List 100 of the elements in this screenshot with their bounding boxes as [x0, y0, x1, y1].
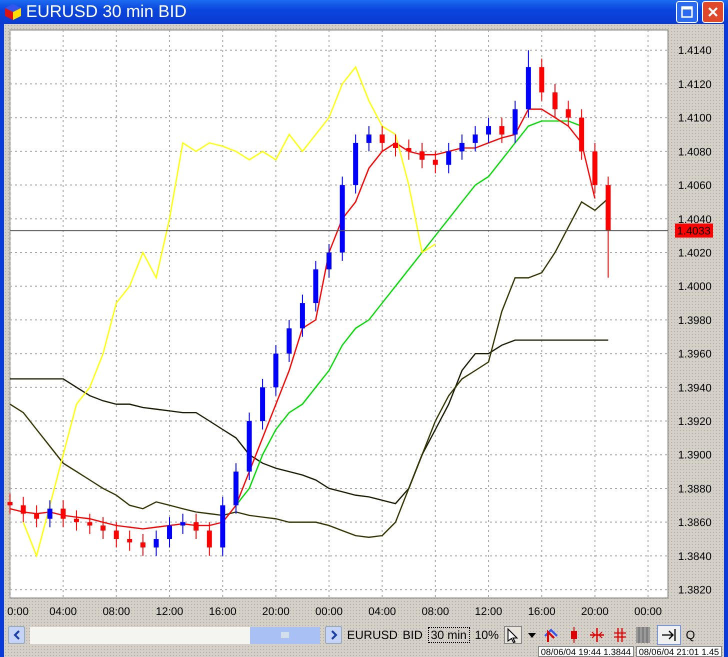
candle	[220, 496, 226, 556]
axis-label: 1.4140	[678, 45, 712, 58]
candle	[273, 344, 278, 396]
candle	[260, 378, 266, 430]
candle	[472, 126, 478, 152]
candle	[446, 142, 452, 174]
axis-label: 1.4000	[678, 281, 712, 294]
candle	[154, 530, 159, 556]
candle	[127, 530, 132, 552]
axis-label: 1.3980	[678, 314, 712, 327]
axis-label: 1.3820	[678, 584, 712, 597]
candle	[100, 516, 106, 540]
symbol-label: EURUSD	[347, 628, 398, 642]
zoom-label: 10%	[474, 628, 499, 642]
candle	[459, 134, 464, 160]
price-tag: 1.4033	[675, 224, 713, 238]
axis-label: 04:00	[49, 606, 77, 618]
axis-label: 00:00	[315, 606, 343, 618]
arrow-to-bar-icon	[660, 628, 677, 642]
candle	[246, 412, 252, 481]
candle	[8, 493, 12, 514]
toolbar-label: Q	[686, 628, 696, 642]
candle	[140, 533, 146, 556]
close-icon	[707, 6, 719, 18]
candle	[566, 100, 571, 127]
candle	[552, 83, 558, 118]
axis-label: 12:00	[156, 606, 184, 618]
cube-icon	[4, 3, 22, 21]
candle	[432, 150, 438, 174]
chevron-right-icon	[330, 630, 338, 640]
axis-label: 1.4100	[678, 112, 712, 125]
axis-label: 1.3960	[678, 348, 712, 361]
candle	[74, 510, 79, 532]
axis-label: 1.4040	[678, 214, 712, 226]
close-button[interactable]	[702, 1, 724, 23]
axis-label: 1.4080	[678, 146, 712, 158]
axis-label: 1.4020	[678, 247, 712, 260]
axis-label: 1.3880	[678, 483, 712, 496]
chevron-left-icon	[12, 630, 20, 640]
candle	[592, 142, 598, 194]
status-field: 08/06/04 21:01 1.45	[636, 646, 722, 657]
crosshair-icon[interactable]	[588, 626, 606, 644]
axis-label: 1.3900	[678, 450, 712, 462]
axis-label: 1.4060	[678, 180, 712, 192]
axis-label: 1.3920	[678, 416, 712, 428]
axis-label: 0:00	[7, 606, 29, 618]
candle	[579, 108, 584, 160]
candle	[180, 513, 186, 534]
candle	[486, 117, 492, 144]
maximize-icon	[681, 6, 693, 18]
candle	[512, 100, 518, 144]
candle	[167, 516, 172, 548]
scroll-right-button[interactable]	[325, 626, 342, 644]
striped-icon[interactable]	[634, 626, 652, 644]
candle	[233, 462, 238, 514]
axis-label: 08:00	[102, 606, 130, 618]
candle	[114, 522, 119, 548]
candle	[194, 513, 199, 540]
candle	[539, 58, 544, 102]
axis-label: 04:00	[368, 606, 396, 618]
candle	[60, 500, 66, 528]
candle	[206, 522, 212, 556]
axis-label: 1.3860	[678, 517, 712, 530]
scroll-to-end-button[interactable]	[656, 625, 681, 645]
maximize-button[interactable]	[676, 1, 698, 23]
axis-label: 16:00	[208, 606, 236, 618]
candle	[300, 294, 305, 338]
candle	[87, 513, 92, 534]
candle	[353, 134, 358, 194]
axis-label: 1.4120	[678, 78, 712, 91]
window-title: EURUSD 30 min BID	[26, 2, 187, 22]
price-type-label: BID	[402, 628, 423, 642]
axis-label: 08:00	[422, 606, 450, 618]
scroll-left-button[interactable]	[8, 626, 25, 644]
candle	[313, 260, 318, 312]
candle	[326, 244, 332, 278]
candle	[420, 142, 425, 169]
candle	[47, 500, 52, 528]
axis-label: 1.3940	[678, 382, 712, 394]
cursor-icon[interactable]	[504, 626, 522, 644]
candle	[526, 50, 531, 118]
scrollbar-thumb[interactable]	[250, 626, 320, 644]
axis-label: 1.3840	[678, 550, 712, 563]
candle	[393, 134, 398, 157]
axis-label: 20:00	[581, 606, 609, 618]
axis-label: 12:00	[474, 606, 502, 618]
candle	[286, 319, 292, 363]
status-field: 08/06/04 19:44 1.3844	[538, 646, 634, 657]
axis-label: 20:00	[262, 606, 290, 618]
arrow-icon[interactable]	[542, 626, 560, 644]
axis-label: 00:00	[634, 606, 662, 618]
axis-label: 16:00	[528, 606, 556, 618]
candle	[20, 496, 26, 523]
candle	[380, 126, 385, 152]
candle	[34, 504, 40, 528]
candle	[366, 126, 372, 152]
scrollbar-track[interactable]	[30, 626, 320, 644]
candle	[499, 117, 504, 144]
candle	[406, 139, 412, 160]
timeframe-button[interactable]: 30 min	[428, 627, 470, 643]
